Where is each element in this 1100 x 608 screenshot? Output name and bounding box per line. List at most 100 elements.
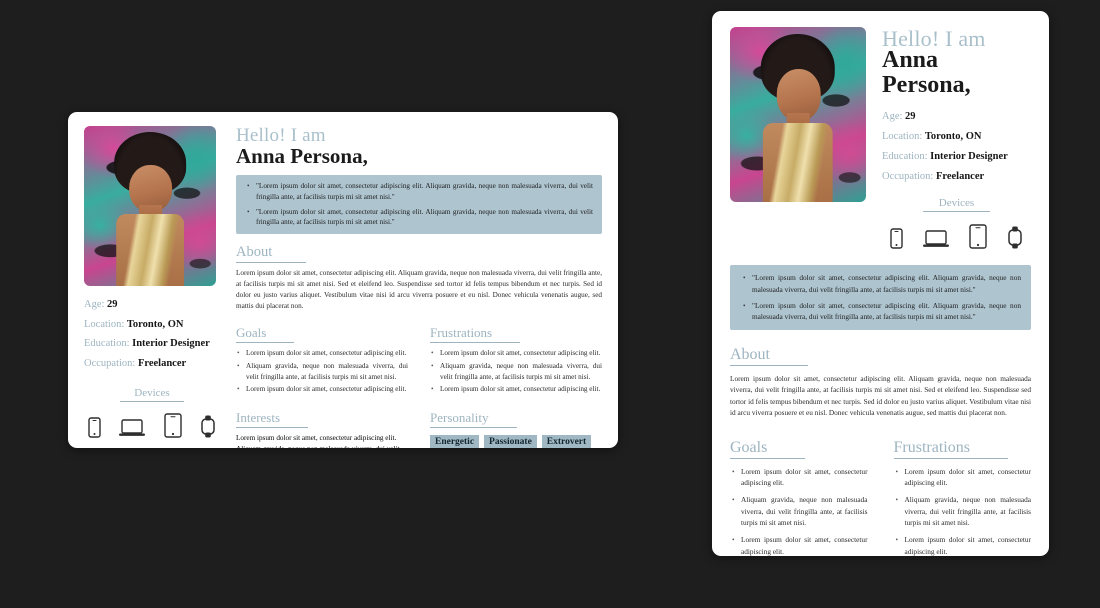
goals-list: Lorem ipsum dolor sit amet, consectetur …: [236, 348, 408, 395]
persona-photo: [730, 27, 866, 202]
goals-title: Goals: [236, 325, 295, 343]
goals-section: Goals Lorem ipsum dolor sit amet, consec…: [730, 439, 868, 556]
interests-text: Lorem ipsum dolor sit amet, consectetur …: [236, 434, 399, 448]
persona-card-mobile: Hello! I am Anna Persona, Age: 29 Locati…: [712, 11, 1049, 556]
personality-tag: Energetic: [430, 435, 480, 448]
goals-list-item: Aliquam gravida, neque non malesuada viv…: [237, 361, 408, 383]
laptop-icon: [119, 418, 146, 438]
about-text: Lorem ipsum dolor sit amet, consectetur …: [730, 373, 1031, 418]
desktop-left-column: Age: 29 Location: Toronto, ON Education:…: [84, 126, 232, 438]
quote-item: "Lorem ipsum dolor sit amet, consectetur…: [247, 207, 593, 229]
meta-label-age: Age:: [84, 299, 105, 310]
meta-label-location: Location:: [882, 131, 923, 143]
frustrations-list-item: Lorem ipsum dolor sit amet, consectetur …: [896, 534, 1031, 556]
devices-title: Devices: [922, 197, 991, 213]
goals-section: Goals Lorem ipsum dolor sit amet, consec…: [236, 324, 408, 397]
photo-gold-dress: [115, 213, 185, 286]
interests-personality-row: Interests Lorem ipsum dolor sit amet, co…: [236, 409, 602, 448]
frustrations-list: Lorem ipsum dolor sit amet, consectetur …: [894, 466, 1031, 556]
meta-label-occupation: Occupation:: [882, 171, 934, 183]
personality-tag-list: Energetic Passionate Extrovert Curious: [430, 435, 602, 448]
meta-row-age: Age: 29: [84, 299, 220, 310]
personality-tag: Passionate: [484, 435, 537, 448]
goals-list-item: Lorem ipsum dolor sit amet, consectetur …: [237, 384, 408, 395]
frustrations-list-item: Aliquam gravida, neque non malesuada viv…: [431, 361, 602, 383]
desktop-card-inner: Age: 29 Location: Toronto, ON Education:…: [68, 112, 618, 448]
personality-title: Personality: [430, 410, 517, 429]
frustrations-list: Lorem ipsum dolor sit amet, consectetur …: [430, 348, 602, 395]
meta-label-education: Education:: [882, 151, 928, 163]
tablet-icon: [163, 412, 182, 438]
persona-meta-list: Age: 29 Location: Toronto, ON Education:…: [882, 111, 1031, 182]
meta-value-education: Interior Designer: [930, 151, 1008, 163]
goals-list: Lorem ipsum dolor sit amet, consectetur …: [730, 466, 867, 556]
about-section: About Lorem ipsum dolor sit amet, consec…: [730, 346, 1031, 419]
goals-list-item: Lorem ipsum dolor sit amet, consectetur …: [237, 348, 408, 359]
meta-value-age: 29: [905, 111, 916, 123]
smartwatch-icon: [1007, 226, 1023, 249]
goals-frustrations-row: Goals Lorem ipsum dolor sit amet, consec…: [730, 439, 1031, 556]
personality-tag: Extrovert: [541, 435, 592, 448]
meta-value-occupation: Freelancer: [137, 357, 187, 369]
frustrations-list-item: Lorem ipsum dolor sit amet, consectetur …: [431, 348, 602, 359]
smartphone-icon: [88, 416, 101, 438]
meta-value-location: Toronto, ON: [924, 131, 982, 143]
goals-list-item: Lorem ipsum dolor sit amet, consectetur …: [732, 534, 867, 556]
mobile-header-info: Hello! I am Anna Persona, Age: 29 Locati…: [866, 27, 1031, 250]
meta-row-education: Education: Interior Designer: [882, 151, 1031, 162]
frustrations-section: Frustrations Lorem ipsum dolor sit amet,…: [893, 439, 1031, 556]
frustrations-title: Frustrations: [893, 439, 1008, 459]
about-title: About: [236, 244, 307, 264]
meta-row-occupation: Occupation: Freelancer: [84, 358, 220, 369]
meta-label-age: Age:: [882, 111, 903, 123]
meta-value-location: Toronto, ON: [126, 318, 184, 330]
frustrations-list-item: Aliquam gravida, neque non malesuada viv…: [896, 494, 1031, 528]
persona-quotes: "Lorem ipsum dolor sit amet, consectetur…: [236, 174, 602, 235]
about-section: About Lorem ipsum dolor sit amet, consec…: [236, 243, 602, 312]
persona-name: Anna Persona,: [236, 143, 368, 168]
meta-row-location: Location: Toronto, ON: [882, 131, 1031, 142]
frustrations-section: Frustrations Lorem ipsum dolor sit amet,…: [430, 324, 602, 397]
tablet-icon: [969, 224, 987, 250]
persona-photo-figure: [105, 132, 195, 286]
goals-list-item: Aliquam gravida, neque non malesuada viv…: [732, 494, 867, 528]
devices-section: Devices: [84, 383, 220, 438]
meta-row-education: Education: Interior Designer: [84, 338, 220, 349]
quote-item: "Lorem ipsum dolor sit amet, consectetur…: [743, 272, 1021, 295]
meta-label-occupation: Occupation:: [84, 357, 136, 369]
about-title: About: [730, 346, 808, 366]
meta-row-location: Location: Toronto, ON: [84, 319, 220, 330]
meta-value-age: 29: [107, 299, 118, 310]
meta-row-occupation: Occupation: Freelancer: [882, 171, 1031, 182]
meta-label-location: Location:: [84, 318, 125, 330]
persona-quotes: "Lorem ipsum dolor sit amet, consectetur…: [730, 265, 1031, 330]
smartwatch-icon: [200, 415, 216, 438]
persona-photo: [84, 126, 216, 286]
meta-value-occupation: Freelancer: [935, 171, 985, 183]
goals-frustrations-row: Goals Lorem ipsum dolor sit amet, consec…: [236, 324, 602, 397]
greeting-text: Hello! I am: [236, 125, 326, 146]
persona-card-desktop: Age: 29 Location: Toronto, ON Education:…: [68, 112, 618, 448]
persona-name: Anna Persona,: [882, 47, 971, 99]
frustrations-list-item: Lorem ipsum dolor sit amet, consectetur …: [431, 384, 602, 395]
personality-section: Personality Energetic Passionate Extrove…: [430, 409, 602, 448]
mobile-header-row: Hello! I am Anna Persona, Age: 29 Locati…: [730, 27, 1031, 250]
persona-photo-figure: [752, 34, 844, 202]
laptop-icon: [923, 229, 949, 249]
devices-section: Devices: [882, 193, 1031, 250]
desktop-right-column: Hello! I am Anna Persona, "Lorem ipsum d…: [232, 125, 602, 448]
device-icon-row: [882, 224, 1031, 250]
about-text: Lorem ipsum dolor sit amet, consectetur …: [236, 269, 602, 310]
quote-item: "Lorem ipsum dolor sit amet, consectetur…: [247, 181, 593, 203]
quote-item: "Lorem ipsum dolor sit amet, consectetur…: [743, 300, 1021, 323]
devices-title: Devices: [120, 387, 184, 402]
photo-gold-dress: [762, 123, 834, 202]
device-icon-row: [84, 412, 220, 438]
persona-meta-list: Age: 29 Location: Toronto, ON Education:…: [84, 299, 220, 369]
interests-section: Interests Lorem ipsum dolor sit amet, co…: [236, 409, 408, 448]
frustrations-title: Frustrations: [430, 325, 521, 343]
goals-title: Goals: [730, 439, 806, 459]
meta-label-education: Education:: [84, 338, 130, 349]
interests-title: Interests: [236, 410, 309, 429]
smartphone-icon: [890, 228, 903, 250]
